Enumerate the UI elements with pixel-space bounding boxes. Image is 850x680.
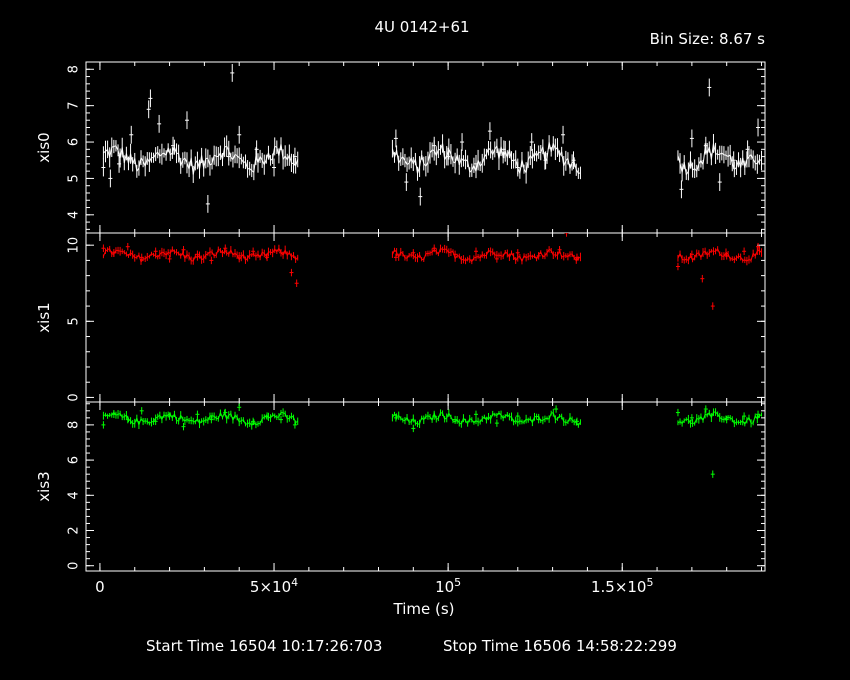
data-step bbox=[151, 420, 154, 423]
data-step bbox=[727, 416, 731, 419]
data-step bbox=[757, 249, 760, 252]
y-tick-label: 5 bbox=[67, 174, 82, 182]
y-tick-label: 10 bbox=[67, 237, 82, 254]
x-tick-label: 1.5×105 bbox=[591, 576, 654, 596]
data-step bbox=[425, 415, 429, 417]
y-tick-label: 8 bbox=[67, 65, 82, 73]
data-step bbox=[723, 154, 727, 156]
data-step bbox=[440, 412, 443, 414]
y-tick-label: 5 bbox=[67, 317, 82, 325]
y-tick-label: 4 bbox=[67, 211, 82, 219]
y-tick-label: 2 bbox=[67, 526, 82, 534]
data-step bbox=[461, 258, 464, 261]
x-tick-exponent: 5 bbox=[646, 576, 653, 589]
y-axis-label: xis3 bbox=[35, 471, 53, 501]
x-tick-label: 0 bbox=[95, 578, 105, 596]
stop-time-label: Stop Time 16506 14:58:22:299 bbox=[443, 637, 677, 655]
data-step bbox=[473, 256, 477, 259]
x-axis-label: Time (s) bbox=[393, 600, 455, 618]
data-step bbox=[132, 422, 135, 425]
data-step bbox=[444, 248, 447, 251]
data-step bbox=[690, 422, 693, 425]
y-axis-label: xis0 bbox=[35, 132, 53, 162]
y-tick-label: 4 bbox=[67, 491, 82, 499]
y-tick-label: 0 bbox=[67, 562, 82, 570]
y-axis-label: xis1 bbox=[35, 302, 53, 332]
data-step bbox=[142, 420, 146, 422]
data-step bbox=[448, 251, 452, 254]
y-tick-label: 6 bbox=[67, 138, 82, 146]
data-step bbox=[442, 248, 445, 251]
y-tick-label: 6 bbox=[67, 456, 82, 464]
x-tick-exponent: 4 bbox=[291, 576, 298, 589]
figure-background bbox=[0, 0, 850, 680]
data-step bbox=[563, 255, 566, 257]
data-step bbox=[245, 423, 248, 425]
data-step bbox=[484, 254, 487, 257]
data-step bbox=[191, 419, 194, 422]
data-step bbox=[759, 159, 762, 161]
x-tick-exponent: 5 bbox=[454, 576, 461, 589]
data-step bbox=[544, 417, 548, 420]
y-tick-label: 8 bbox=[67, 421, 82, 429]
data-step bbox=[257, 422, 261, 425]
light-curve-figure: 4U 0142+61 Bin Size: 8.67 s 45678xis0051… bbox=[0, 0, 850, 680]
y-tick-label: 7 bbox=[67, 102, 82, 110]
start-time-label: Start Time 16504 10:17:26:703 bbox=[146, 637, 382, 655]
chart-title: 4U 0142+61 bbox=[374, 18, 469, 36]
bin-size-label: Bin Size: 8.67 s bbox=[650, 30, 766, 48]
y-tick-label: 0 bbox=[67, 393, 82, 401]
data-step bbox=[540, 419, 543, 422]
data-step bbox=[111, 146, 115, 148]
data-step bbox=[559, 415, 562, 417]
x-tick-label: 5×104 bbox=[250, 576, 298, 596]
